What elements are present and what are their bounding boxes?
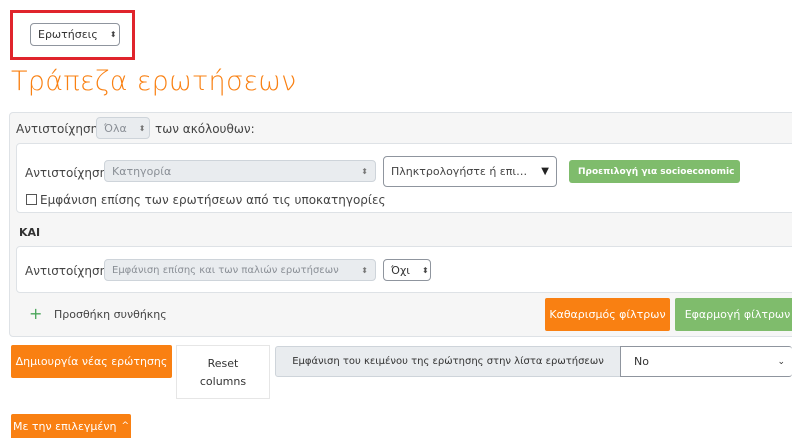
- apply-filters-button[interactable]: Εφαρμογή φίλτρων: [675, 298, 792, 331]
- match-all-value: Όλα: [104, 121, 127, 135]
- subcategories-checkbox[interactable]: [26, 194, 37, 205]
- reset-columns-label-1: Reset: [207, 356, 239, 370]
- reset-columns-button[interactable]: Reset columns: [176, 345, 270, 399]
- hidden-questions-select[interactable]: Όχι ⬍: [383, 259, 431, 281]
- chevron-up-icon: ^: [121, 421, 130, 431]
- add-condition-link[interactable]: Προσθήκη συνθήκης: [54, 308, 167, 321]
- condition-match-label-2: Αντιστοίχηση: [25, 264, 108, 278]
- show-text-value: No: [634, 355, 649, 368]
- page-title: Τράπεζα ερωτήσεων: [11, 66, 297, 97]
- show-text-label: Εμφάνιση του κειμένου της ερώτησης στην …: [292, 356, 604, 367]
- select-arrows-icon: ⬍: [109, 30, 117, 39]
- select-arrows-icon: ⬍: [361, 166, 368, 176]
- category-search-placeholder: Πληκτρολογήστε ή επιλέξτε...: [391, 165, 529, 178]
- with-selected-button[interactable]: Με την επιλεγμένη ^: [11, 414, 131, 438]
- chevron-down-icon: ⌄: [777, 356, 785, 367]
- select-arrows-icon: ⬍: [138, 123, 146, 133]
- select-arrows-icon: ⬍: [361, 265, 368, 275]
- mode-select-value: Ερωτήσεις: [38, 28, 98, 41]
- add-icon[interactable]: +: [29, 304, 42, 323]
- condition-type-select[interactable]: Κατηγορία ⬍: [104, 160, 376, 182]
- clear-filters-button[interactable]: Καθαρισμός φίλτρων: [545, 298, 670, 331]
- show-text-label-box: Εμφάνιση του κειμένου της ερώτησης στην …: [275, 346, 621, 377]
- selected-category-badge[interactable]: Προεπιλογή για socioeconomic ✕: [569, 160, 752, 183]
- select-arrows-icon: ⬍: [422, 265, 429, 275]
- create-question-button[interactable]: Δημιουργία νέας ερώτησης: [11, 345, 172, 378]
- show-text-select[interactable]: No ⌄: [620, 346, 792, 377]
- condition-type-value: Κατηγορία: [112, 164, 172, 178]
- with-selected-label: Με την επιλεγμένη: [12, 419, 117, 433]
- condition-type-select-2[interactable]: Εμφάνιση επίσης και των παλιών ερωτήσεων…: [104, 259, 376, 281]
- question-bank-mode-select[interactable]: Ερωτήσεις ⬍: [30, 23, 120, 46]
- badge-label: Προεπιλογή για socioeconomic: [578, 166, 735, 177]
- close-icon[interactable]: ✕: [741, 165, 751, 179]
- match-all-label: Αντιστοίχηση: [16, 122, 99, 136]
- reset-columns-label-2: columns: [199, 374, 247, 388]
- subcategories-checkbox-row[interactable]: Εμφάνιση επίσης των ερωτήσεων από τις υπ…: [26, 193, 386, 207]
- condition-match-label: Αντιστοίχηση: [25, 166, 108, 180]
- subcategories-checkbox-label: Εμφάνιση επίσης των ερωτήσεων από τις υπ…: [40, 193, 386, 207]
- match-all-suffix: των ακόλουθων:: [155, 122, 255, 136]
- category-search-input[interactable]: Πληκτρολογήστε ή επιλέξτε... ▼: [383, 156, 557, 187]
- join-label: ΚΑΙ: [19, 226, 41, 239]
- condition-type-value-2: Εμφάνιση επίσης και των παλιών ερωτήσεων: [112, 264, 339, 276]
- match-all-select[interactable]: Όλα ⬍: [96, 117, 150, 139]
- hidden-questions-value: Όχι: [391, 263, 411, 277]
- dropdown-caret-icon[interactable]: ▼: [541, 166, 549, 177]
